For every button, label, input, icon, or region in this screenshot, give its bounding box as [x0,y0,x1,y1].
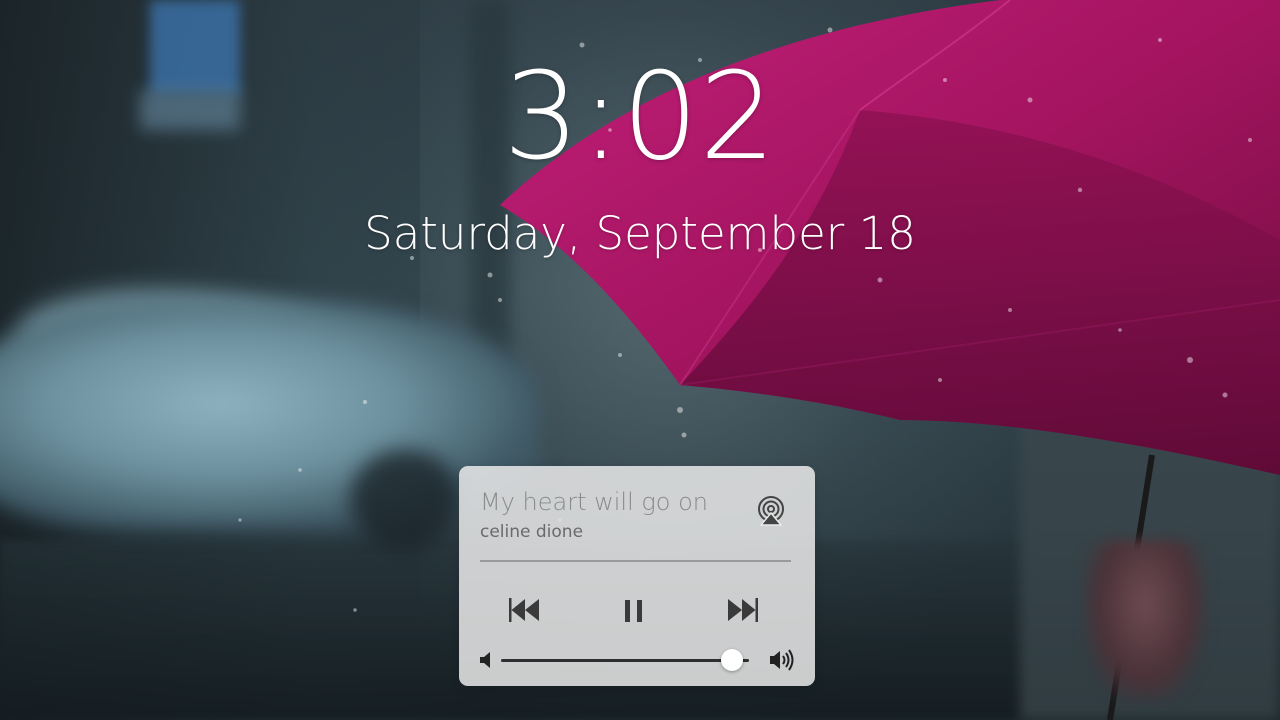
volume-slider[interactable] [501,659,749,662]
volume-high-icon [770,649,794,671]
track-progress-bar[interactable] [480,560,791,562]
airplay-button[interactable] [756,495,786,527]
airplay-icon [758,496,784,526]
pause-icon [625,600,642,622]
track-title: My heart will go on [480,488,708,516]
next-track-icon [728,598,758,622]
lock-screen-date: Saturday, September 18 [364,207,916,260]
lock-screen-clock: 3:02 [503,48,777,187]
volume-low-icon [480,652,490,668]
pause-button[interactable] [621,597,647,625]
previous-track-button[interactable] [507,595,543,625]
volume-slider-handle[interactable] [720,649,743,671]
previous-track-icon [509,598,539,622]
next-track-button[interactable] [724,595,760,625]
volume-low-button[interactable] [479,651,495,669]
lock-screen: 3:02 Saturday, September 18 My heart wil… [0,0,1280,720]
track-artist: celine dione [480,522,584,542]
volume-high-button[interactable] [769,649,797,671]
media-player-widget: My heart will go on celine dione [459,466,815,686]
